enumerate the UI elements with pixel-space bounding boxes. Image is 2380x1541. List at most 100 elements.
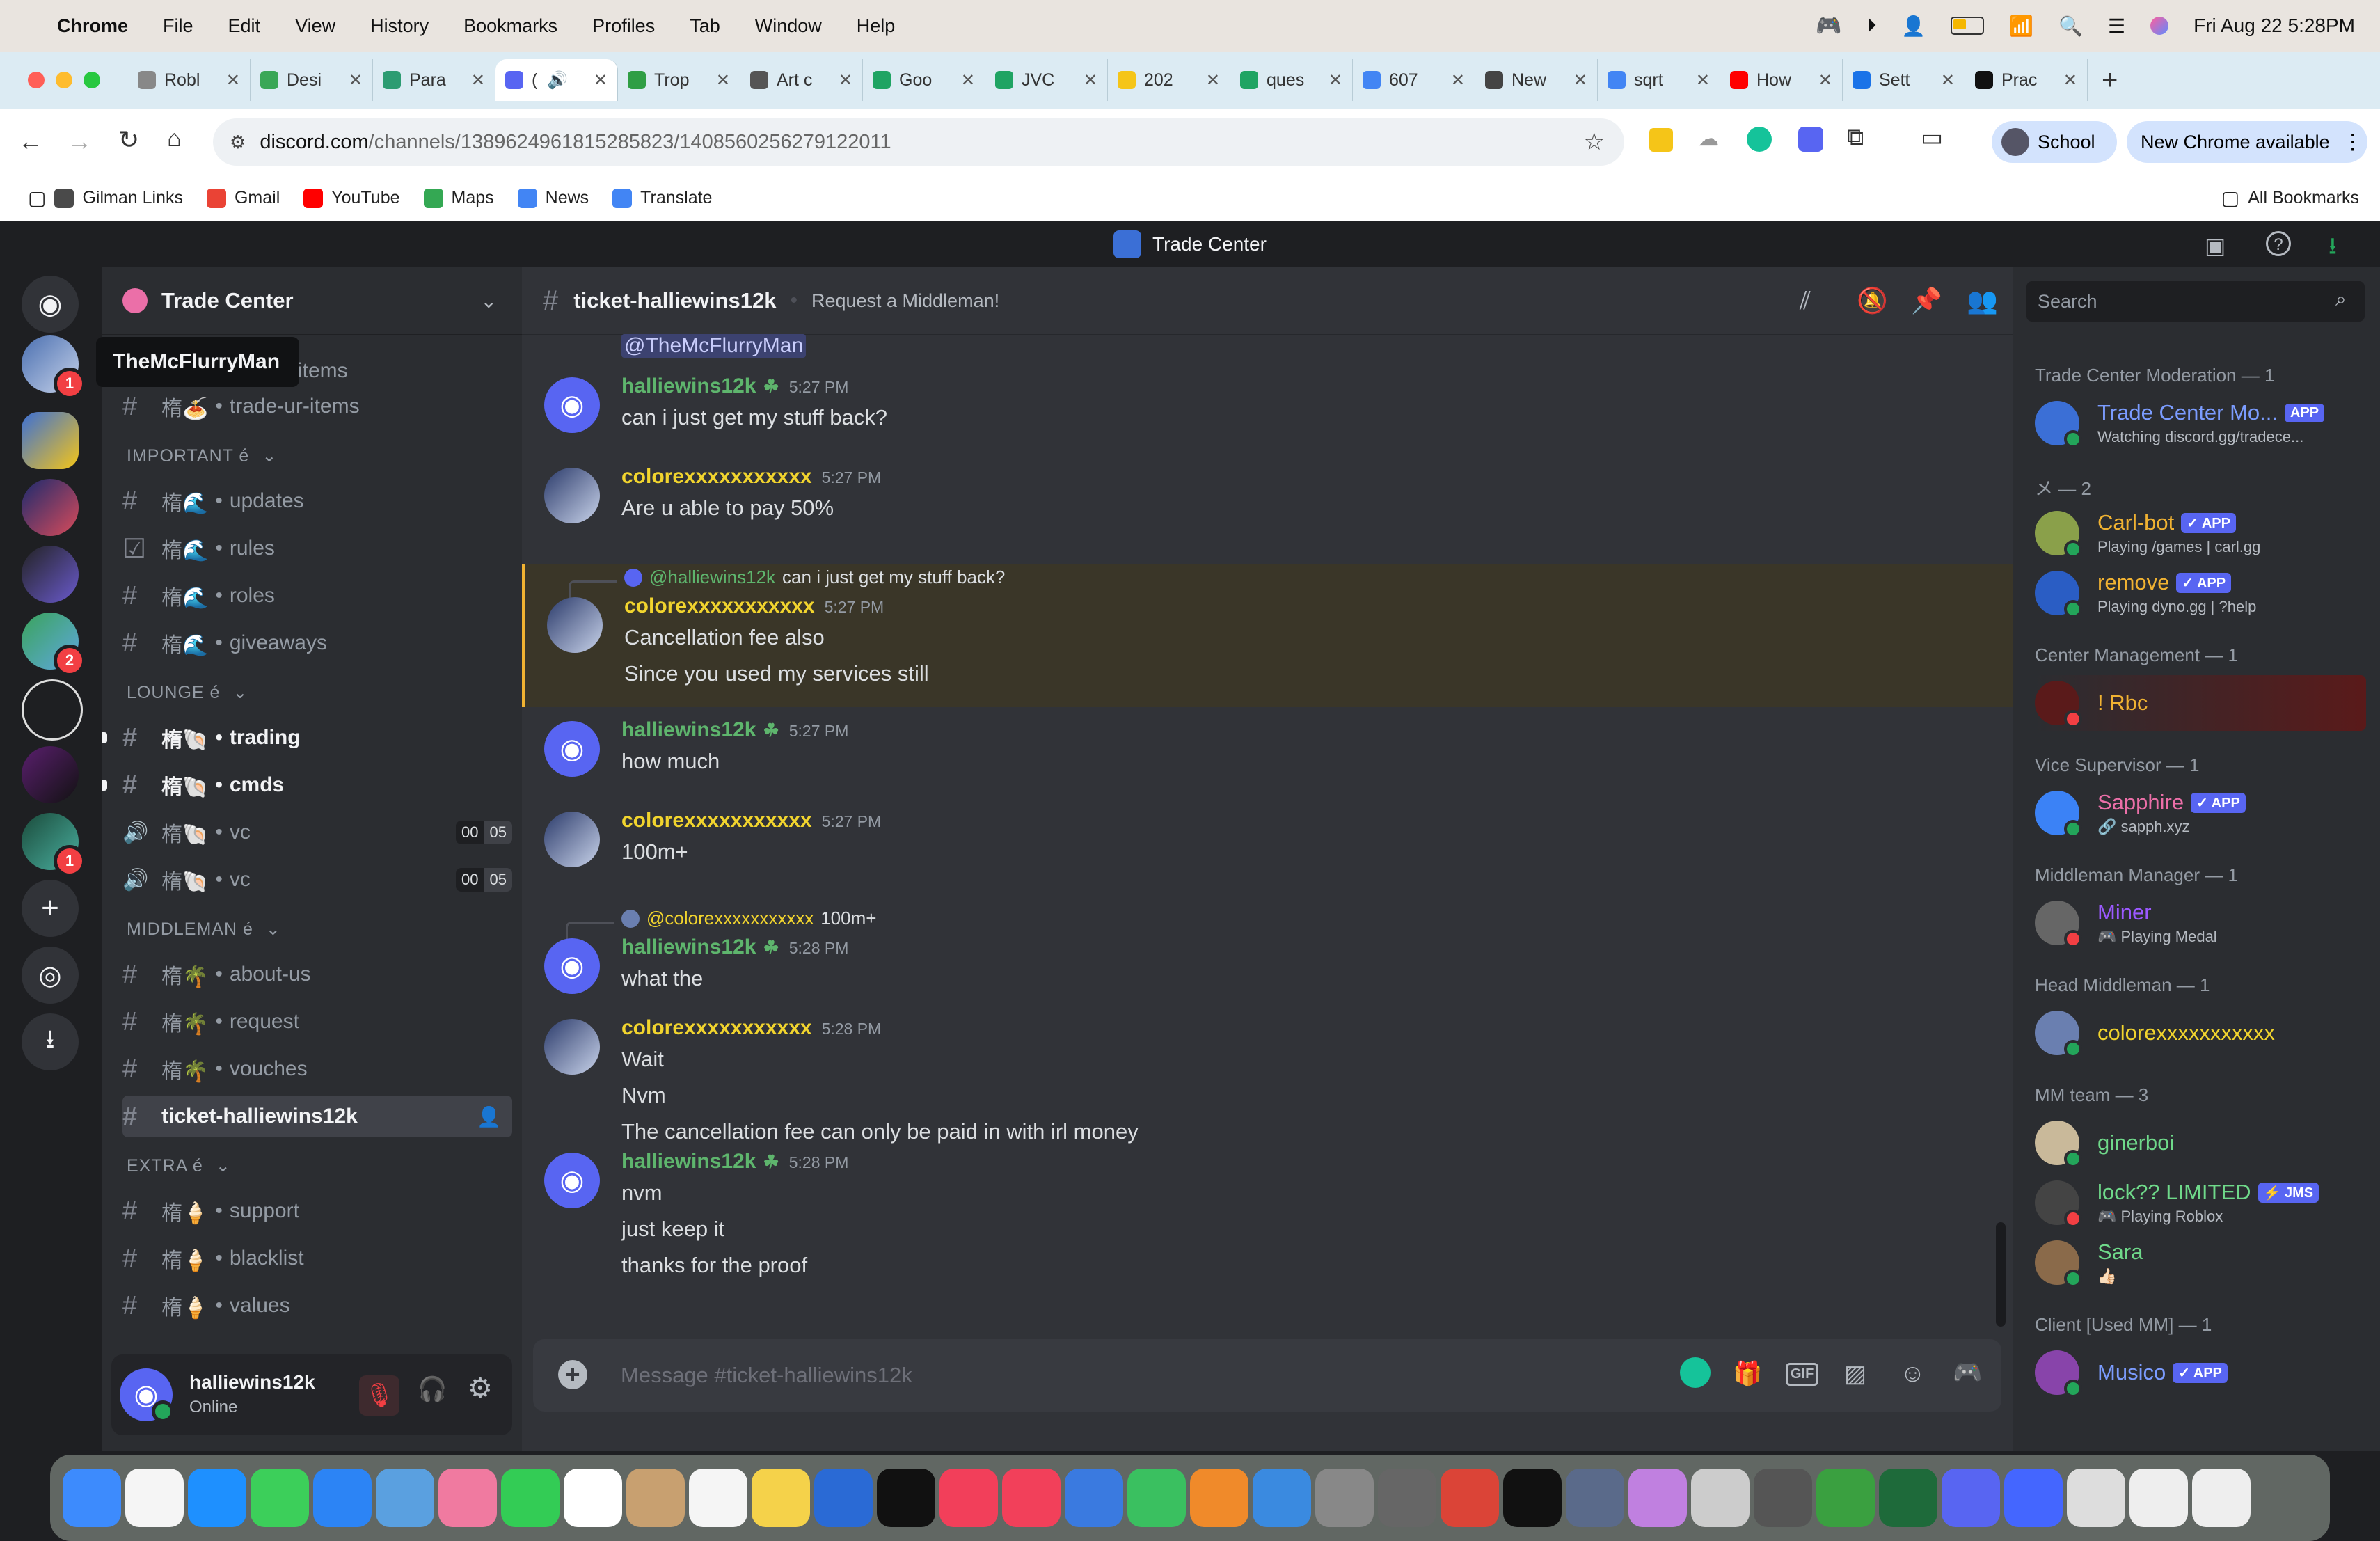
- site-info-icon[interactable]: ⚙: [230, 132, 246, 153]
- new-tab-button[interactable]: +: [2102, 65, 2118, 96]
- menu-bookmarks[interactable]: Bookmarks: [463, 15, 557, 37]
- activities-icon[interactable]: 🎮: [1953, 1359, 1982, 1386]
- channel-about-us[interactable]: # 楕🌴 • about-us: [122, 954, 512, 995]
- reply-preview[interactable]: @colorexxxxxxxxxxx 100m+: [566, 908, 876, 939]
- dock-app-icon[interactable]: [1879, 1469, 1937, 1527]
- browser-tab[interactable]: ques ✕: [1230, 59, 1353, 101]
- headphones-icon[interactable]: 🎧: [418, 1375, 447, 1403]
- bookmark-star-icon[interactable]: ☆: [1584, 128, 1605, 156]
- menu-tab[interactable]: Tab: [690, 15, 720, 37]
- mute-mic-icon[interactable]: 🎙: [359, 1375, 399, 1416]
- message-author[interactable]: colorexxxxxxxxxxx 5:28 PM: [621, 1016, 881, 1040]
- dock-app-icon[interactable]: [1441, 1469, 1499, 1527]
- member-row[interactable]: Musico ✓ APP: [2035, 1345, 2228, 1400]
- threads-icon[interactable]: ⫽: [1800, 286, 1811, 316]
- message-author[interactable]: halliewins12k ☘ 5:27 PM: [621, 718, 848, 742]
- dock-app-icon[interactable]: [1127, 1469, 1186, 1527]
- extension2-icon[interactable]: [1798, 127, 1823, 152]
- dock-app-icon[interactable]: [752, 1469, 810, 1527]
- user-avatar[interactable]: ◉: [120, 1368, 174, 1423]
- dock-app-icon[interactable]: [1816, 1469, 1875, 1527]
- member-list-icon[interactable]: 👥: [1967, 286, 1998, 315]
- zoom-window-button[interactable]: [84, 72, 100, 88]
- bookmark-item[interactable]: Gmail: [206, 188, 280, 208]
- settings-gear-icon[interactable]: ⚙: [468, 1373, 493, 1405]
- dock-app-icon[interactable]: [1691, 1469, 1750, 1527]
- search-box[interactable]: Search ⌕: [2026, 281, 2365, 322]
- channel-trading[interactable]: # 楕🐚 • trading: [122, 717, 512, 759]
- message-author[interactable]: colorexxxxxxxxxxx 5:27 PM: [624, 594, 884, 618]
- chevron-down-icon[interactable]: ⌄: [481, 290, 497, 313]
- extensions-puzzle-icon[interactable]: ⧉: [1847, 124, 1864, 151]
- download-apps-icon[interactable]: ⭳: [22, 1013, 79, 1070]
- pin-icon[interactable]: 📌: [1911, 286, 1942, 315]
- channel-category[interactable]: MIDDLEMAN é ⌄: [127, 919, 281, 940]
- browser-tab[interactable]: Para ✕: [373, 59, 495, 101]
- user-avatar[interactable]: ◉: [544, 938, 600, 994]
- member-row[interactable]: remove ✓ APP Playing dyno.gg | ?help: [2035, 565, 2256, 621]
- username[interactable]: halliewins12k: [189, 1371, 315, 1393]
- dock-app-icon[interactable]: [251, 1469, 309, 1527]
- back-icon[interactable]: ←: [18, 127, 43, 156]
- close-tab-icon[interactable]: ✕: [1573, 70, 1587, 90]
- dock-app-icon[interactable]: [814, 1469, 873, 1527]
- dock-app-icon[interactable]: [438, 1469, 497, 1527]
- bookmark-item[interactable]: YouTube: [303, 188, 400, 208]
- inbox-icon[interactable]: ▣: [2205, 232, 2226, 259]
- cloud-extension-icon[interactable]: ☁: [1698, 127, 1719, 151]
- add-member-icon[interactable]: 👤: [477, 1105, 501, 1128]
- menubar-clock[interactable]: Fri Aug 22 5:28PM: [2193, 15, 2355, 37]
- user-avatar[interactable]: ◉: [544, 721, 600, 777]
- channel-category[interactable]: EXTRA é ⌄: [127, 1155, 231, 1176]
- user-avatar[interactable]: ◉: [544, 377, 600, 433]
- channel-ticket-halliewins12k[interactable]: # ticket-halliewins12k 👤: [122, 1096, 512, 1137]
- forward-icon[interactable]: →: [67, 127, 92, 156]
- close-tab-icon[interactable]: ✕: [1818, 70, 1832, 90]
- gamepad-icon[interactable]: 🎮: [1816, 14, 1841, 38]
- close-tab-icon[interactable]: ✕: [226, 70, 240, 90]
- channel-vc[interactable]: 🔊 楕🐚 • vc 00 05: [122, 812, 512, 853]
- browser-tab[interactable]: Prac ✕: [1965, 59, 2088, 101]
- server-icon[interactable]: 1: [22, 335, 86, 400]
- channel-support[interactable]: # 楕🍦 • support: [122, 1190, 512, 1232]
- browser-tab[interactable]: 607 ✕: [1353, 59, 1475, 101]
- discover-icon[interactable]: ◎: [22, 947, 79, 1004]
- menu-help[interactable]: Help: [857, 15, 896, 37]
- channel-category[interactable]: IMPORTANT é ⌄: [127, 445, 277, 466]
- dock-app-icon[interactable]: [1190, 1469, 1248, 1527]
- menu-edit[interactable]: Edit: [228, 15, 261, 37]
- menu-file[interactable]: File: [163, 15, 193, 37]
- server-header[interactable]: Trade Center ⌄: [102, 267, 522, 335]
- member-row[interactable]: Carl-bot ✓ APP Playing /games | carl.gg: [2035, 505, 2260, 561]
- browser-tab[interactable]: How ✕: [1720, 59, 1843, 101]
- dock-app-icon[interactable]: [689, 1469, 747, 1527]
- close-tab-icon[interactable]: ✕: [1451, 70, 1465, 90]
- download-icon[interactable]: ⭳: [2329, 230, 2337, 269]
- grammarly-icon[interactable]: [1747, 127, 1772, 152]
- server-icon-trade-center[interactable]: [22, 412, 79, 469]
- dock-app-icon[interactable]: [188, 1469, 246, 1527]
- dock-app-icon[interactable]: [376, 1469, 434, 1527]
- menu-history[interactable]: History: [370, 15, 429, 37]
- user-avatar[interactable]: [544, 1019, 600, 1075]
- reply-preview[interactable]: @halliewins12k can i just get my stuff ba…: [569, 567, 1005, 598]
- channel-giveaways[interactable]: # 楕🌊 • giveaways: [122, 622, 512, 664]
- message-author[interactable]: colorexxxxxxxxxxx 5:27 PM: [621, 809, 881, 832]
- channel-values[interactable]: # 楕🍦 • values: [122, 1285, 512, 1327]
- gif-icon[interactable]: GIF: [1786, 1363, 1819, 1386]
- search-input[interactable]: Search: [2038, 291, 2097, 313]
- kebab-menu-icon[interactable]: ⋮: [2342, 130, 2363, 155]
- channel-updates[interactable]: # 楕🌊 • updates: [122, 480, 512, 522]
- sticker-icon[interactable]: ▨: [1844, 1360, 1866, 1388]
- dock-app-icon[interactable]: [2129, 1469, 2188, 1527]
- menu-profiles[interactable]: Profiles: [592, 15, 655, 37]
- help-icon[interactable]: ?: [2266, 231, 2291, 256]
- channel-blacklist[interactable]: # 楕🍦 • blacklist: [122, 1238, 512, 1279]
- bookmark-item[interactable]: Maps: [423, 188, 494, 208]
- member-row[interactable]: Miner 🎮 Playing Medal: [2035, 895, 2217, 951]
- dock-app-icon[interactable]: [1942, 1469, 2000, 1527]
- control-center-icon[interactable]: ☰: [2108, 15, 2125, 38]
- play-icon[interactable]: ⏵: [1866, 15, 1876, 38]
- dock-app-icon[interactable]: [1253, 1469, 1311, 1527]
- media-icon[interactable]: ▭: [1921, 124, 1943, 152]
